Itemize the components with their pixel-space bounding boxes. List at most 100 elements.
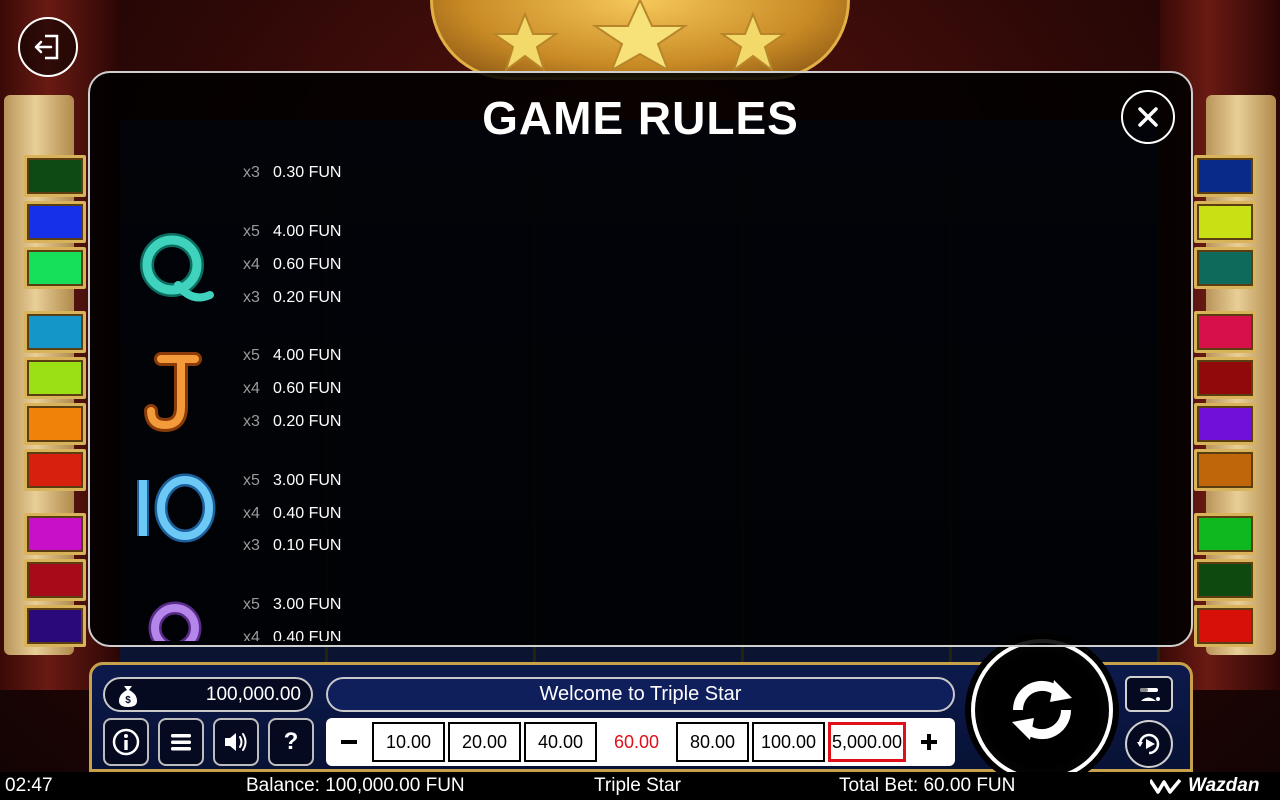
payout-multiplier: x5 [243,223,260,240]
bet-decrease-button[interactable] [329,722,369,762]
payout-multiplier: x4 [243,380,260,397]
help-label: ? [283,728,299,755]
bet-option[interactable]: 20.00 [448,722,521,762]
payout-row: x4 0.60 FUN [243,255,341,275]
star-icon [718,12,788,72]
exit-button[interactable] [18,17,78,77]
payout-value: 3.00 FUN [273,472,342,489]
payout-row: x3 0.20 FUN [243,412,341,432]
payout-row: x4 0.40 FUN [243,628,341,641]
payout-value: 4.00 FUN [273,347,342,364]
payline-indicator [24,155,86,197]
payout-row: x3 0.30 FUN [243,163,341,183]
payout-multiplier: x4 [243,505,260,522]
payout-row: x5 4.00 FUN [243,222,341,242]
menu-button[interactable] [158,718,204,766]
game-rules-modal: GAME RULES x3 0.30 FUN x5 4.00 FUN x4 0.… [88,71,1193,647]
payline-indicator [1194,559,1256,601]
bet-option-selected[interactable]: 60.00 [600,722,673,762]
svg-text:$: $ [125,695,131,706]
payout-multiplier: x5 [243,347,260,364]
payout-value: 0.20 FUN [273,413,342,430]
bet-option[interactable]: 40.00 [524,722,597,762]
payout-multiplier: x3 [243,413,260,430]
payline-indicator [1194,247,1256,289]
wazdan-logo-icon [1150,778,1182,794]
spin-icon [1012,680,1072,740]
status-bar: 02:47 Balance: 100,000.00 FUN Triple Sta… [0,772,1280,800]
payout-multiplier: x4 [243,256,260,273]
close-icon [1138,107,1158,127]
bet-selector: 10.00 20.00 40.00 60.00 80.00 100.00 5,0… [326,718,955,766]
plus-icon [921,734,937,750]
brand-name: Wazdan [1188,775,1260,796]
payout-value: 0.60 FUN [273,380,342,397]
payline-indicator [1194,357,1256,399]
star-icon [490,12,560,72]
exit-icon [34,34,59,60]
payout-value: 0.10 FUN [273,537,342,554]
payline-gap [24,293,86,307]
payline-indicator [24,605,86,647]
payline-gap [1194,495,1256,509]
payline-indicator [24,201,86,243]
turtle-icon [1140,688,1160,701]
info-button[interactable] [103,718,149,766]
turbo-button[interactable] [1125,676,1173,712]
balance-status: Balance: 100,000.00 FUN [246,775,465,796]
payout-value: 3.00 FUN [273,596,342,613]
q-symbol-icon [124,219,224,319]
payout-value: 4.00 FUN [273,223,342,240]
menu-icon [171,734,191,751]
payout-row: x3 0.10 FUN [243,536,341,556]
minus-icon [341,740,357,744]
payline-indicator [24,403,86,445]
paytable-scroll-area[interactable]: x3 0.30 FUN x5 4.00 FUN x4 0.60 FUN x3 0… [90,161,1191,641]
sound-button[interactable] [213,718,259,766]
payline-indicator [24,559,86,601]
payline-indicators-left [24,155,86,647]
spin-button[interactable] [971,639,1113,781]
payout-row: x4 0.40 FUN [243,504,341,524]
nine-symbol-icon [124,588,224,641]
payline-indicator [24,449,86,491]
bet-option[interactable]: 10.00 [372,722,445,762]
payline-indicator [1194,311,1256,353]
payout-row: x5 3.00 FUN [243,595,341,615]
payout-multiplier: x3 [243,537,260,554]
help-button[interactable]: ? [268,718,314,766]
j-symbol-icon [124,341,224,441]
modal-title: GAME RULES [482,92,799,144]
bet-increase-button[interactable] [909,722,949,762]
payout-multiplier: x3 [243,289,260,306]
payline-indicator [24,357,86,399]
payout-multiplier: x5 [243,472,260,489]
autoplay-icon [1137,733,1160,755]
bet-option-max[interactable]: 5,000.00 [828,722,906,762]
payline-indicator [1194,403,1256,445]
payline-indicator [1194,201,1256,243]
info-icon [112,728,140,756]
payout-row: x3 0.20 FUN [243,288,341,308]
payout-value: 0.40 FUN [273,629,342,641]
star-icon [591,0,689,70]
payline-indicator [1194,513,1256,555]
payline-indicator [1194,605,1256,647]
clock: 02:47 [5,775,53,796]
bet-option[interactable]: 100.00 [752,722,825,762]
payout-row: x4 0.60 FUN [243,379,341,399]
payout-multiplier: x4 [243,629,260,641]
payline-indicator [24,247,86,289]
autoplay-button[interactable] [1125,720,1173,768]
balance-display: $ 100,000.00 [103,677,313,712]
close-button[interactable] [1121,90,1175,144]
total-bet-status: Total Bet: 60.00 FUN [839,775,1016,796]
payout-row: x5 3.00 FUN [243,471,341,491]
game-name: Triple Star [594,775,681,796]
bet-option[interactable]: 80.00 [676,722,749,762]
ten-symbol-icon [122,456,222,556]
money-bag-icon: $ [119,686,137,707]
payline-gap [24,495,86,509]
balance-value: 100,000.00 [205,683,301,705]
payout-value: 0.30 FUN [273,164,342,181]
